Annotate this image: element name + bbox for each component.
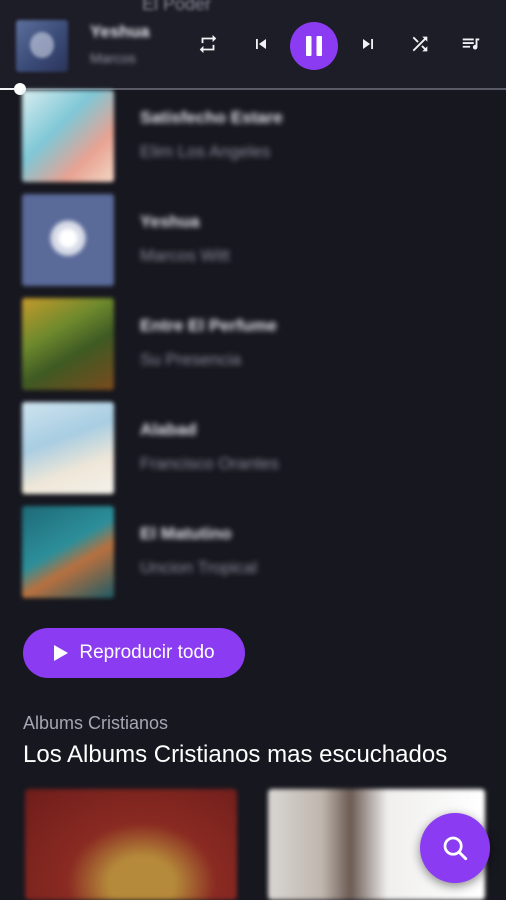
song-title: Alabad (140, 420, 197, 439)
play-all-label: Reproducir todo (79, 642, 215, 663)
mini-player[interactable]: El Poder Yeshua Marcos (0, 0, 506, 88)
shuffle-button[interactable] (402, 26, 438, 62)
repeat-icon (199, 34, 217, 54)
now-playing-artwork[interactable] (16, 20, 68, 72)
queue-music-icon (462, 38, 480, 50)
previous-button[interactable] (243, 26, 279, 62)
queue-button[interactable] (453, 26, 489, 62)
search-icon (443, 836, 468, 861)
section-kicker: Albums Cristianos (23, 713, 169, 733)
search-fab[interactable] (420, 813, 490, 883)
song-artwork (22, 506, 114, 598)
song-row[interactable]: Alabad Francisco Orantes (0, 402, 506, 506)
now-playing-artist[interactable]: Marcos (90, 50, 136, 66)
song-artist: Uncion Tropical (140, 558, 258, 577)
song-artwork (22, 194, 114, 286)
song-artwork (22, 298, 114, 390)
album-card[interactable] (25, 789, 237, 900)
skip-previous-icon (256, 39, 266, 49)
song-artist: Francisco Orantes (140, 454, 279, 473)
song-artwork (22, 402, 114, 494)
song-artist: Elim Los Angeles (140, 142, 271, 161)
song-artist: Marcos Witt (140, 246, 230, 265)
song-row[interactable]: Satisfecho Estare Elim Los Angeles (0, 90, 506, 194)
skip-next-icon (363, 39, 373, 49)
song-title: Satisfecho Estare (140, 108, 283, 127)
shuffle-icon (412, 36, 428, 52)
song-title: Yeshua (140, 212, 200, 231)
ghost-header-text: El Poder (142, 0, 212, 14)
app-screen: El Poder Yeshua Marcos Satisfecho Estare… (0, 0, 506, 900)
song-row[interactable]: Entre El Perfume Su Presencia (0, 298, 506, 402)
play-all-button[interactable]: Reproducir todo (23, 628, 245, 678)
repeat-button[interactable] (190, 26, 226, 62)
play-icon (53, 644, 69, 662)
next-button[interactable] (350, 26, 386, 62)
song-title: Entre El Perfume (140, 316, 277, 335)
pause-icon (306, 36, 322, 56)
song-title: El Matutino (140, 524, 232, 543)
pause-button[interactable] (290, 22, 338, 70)
song-artwork (22, 90, 114, 182)
section-title: Los Albums Cristianos mas escuchados (23, 741, 448, 768)
song-row[interactable]: Yeshua Marcos Witt (0, 194, 506, 298)
song-row[interactable]: El Matutino Uncion Tropical (0, 506, 506, 610)
song-artist: Su Presencia (140, 350, 242, 369)
now-playing-title[interactable]: Yeshua (90, 22, 150, 42)
